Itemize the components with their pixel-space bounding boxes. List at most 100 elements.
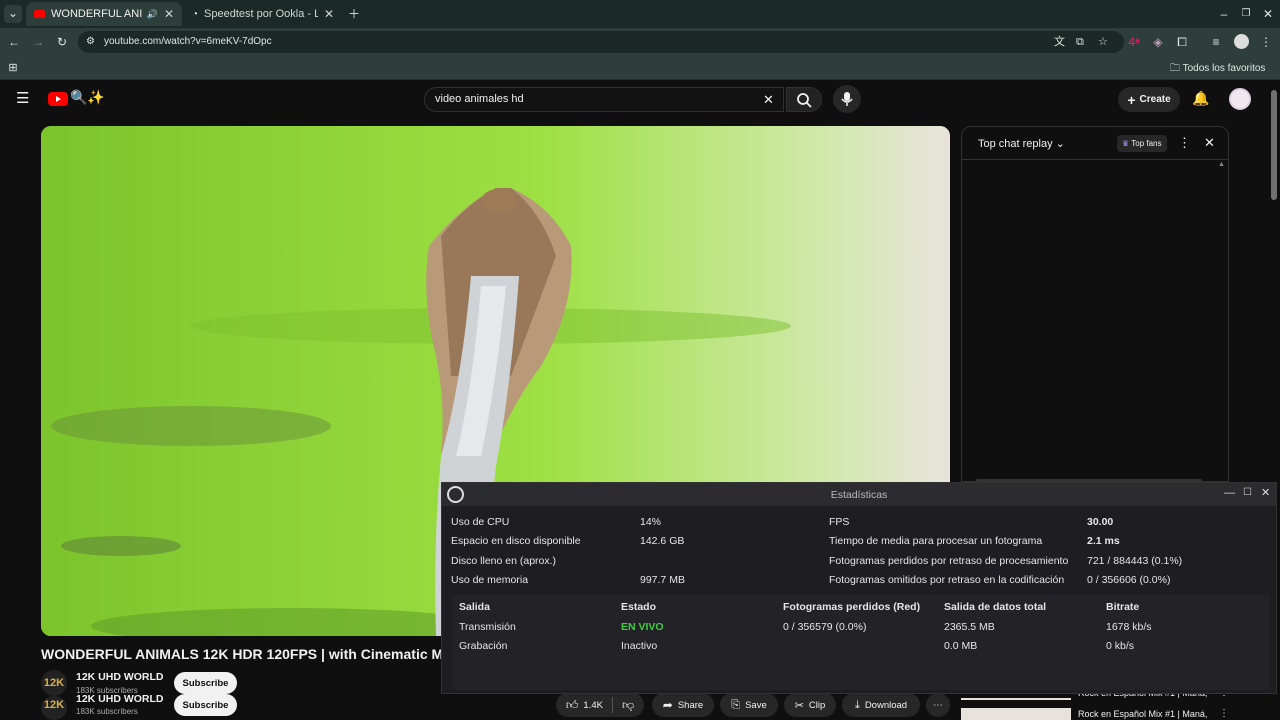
browser-menu-icon[interactable]: ⋮ [1258,34,1274,50]
table-cell: 0 / 356579 (0.0%) [783,621,867,633]
notifications-bell-icon[interactable]: 🔔 [1192,90,1209,107]
profile-avatar[interactable] [1234,34,1249,49]
divider [611,697,613,713]
maximize-icon[interactable]: ☐ [1243,487,1252,498]
table-cell: 1678 kb/s [1106,621,1152,633]
youtube-logo[interactable] [48,92,68,106]
search-input[interactable]: video animales hd ✕ [424,87,784,112]
tab-speedtest[interactable]: ◔ Speedtest por Ookla - La ✕ [184,2,342,26]
outputs-table: Salida Estado Fotogramas perdidos (Red) … [452,595,1270,690]
page-scrollbar[interactable] [1271,90,1277,200]
channel-avatar[interactable]: 12K [41,696,67,720]
forward-icon[interactable]: → [30,34,46,50]
close-window-icon[interactable]: ✕ [1260,6,1276,22]
stat-label: FPS [829,516,850,528]
like-button[interactable]: 👍︎ 1.4K [566,698,603,713]
download-button[interactable]: ⤓ Download [842,693,920,717]
chat-scroll-up-icon[interactable]: ▲ [1218,161,1225,168]
subscribe-button[interactable]: Subscribe [174,694,237,716]
stat-label: Espacio en disco disponible [451,535,581,547]
recommendation-thumbnail[interactable] [961,698,1071,700]
scissors-icon: ✂ [794,699,804,712]
share-button[interactable]: ➦ Share [652,693,714,717]
stat-value: 142.6 GB [640,535,685,547]
table-cell: 0.0 MB [944,640,978,652]
download-label: Download [864,699,908,711]
extension-a-icon[interactable]: 4ᵃ [1126,34,1142,50]
stat-value: 0 / 356606 (0.0%) [1087,574,1171,586]
stat-value: 997.7 MB [640,574,685,586]
table-header: Salida [459,601,490,613]
extensions-icon[interactable]: ⧠ [1174,34,1190,50]
reading-list-icon[interactable]: ≡ [1208,34,1224,50]
doodle-icon[interactable]: 🔍✨ [70,89,105,106]
close-tab-icon[interactable]: ✕ [164,7,174,21]
cast-icon[interactable]: ⧉ [1076,31,1084,53]
speedtest-favicon-icon: ◔ [192,8,199,20]
youtube-header: ☰ 🔍✨ video animales hd ✕ + Create 🔔 [0,81,1280,119]
youtube-favicon-icon [34,10,45,18]
save-button[interactable]: ⎘ Save [720,693,778,717]
thumbs-down-icon[interactable]: 👎︎ [622,698,634,713]
play-icon [56,96,61,102]
stat-label: Tiempo de media para procesar un fotogra… [829,535,1043,547]
stat-value: 721 / 884443 (0.1%) [1087,555,1183,567]
reload-icon[interactable]: ↻ [54,34,70,50]
thumbs-up-icon: 👍︎ [565,697,579,712]
more-actions-button[interactable]: ⋯ [926,693,950,717]
minimize-window-icon[interactable]: – [1216,6,1232,22]
speaker-icon[interactable]: 🔊 [147,9,158,20]
all-bookmarks-label: Todos los favoritos [1182,63,1266,74]
subscribe-button[interactable]: Subscribe [174,672,237,694]
extension-b-icon[interactable]: ◈ [1150,34,1166,50]
create-button[interactable]: + Create [1118,87,1180,112]
address-bar[interactable]: ⚙ youtube.com/watch?v=6meKV-7dOpc 文 ⧉ ☆ [78,31,1124,53]
bookmarks-bar: ⊞ 🗀 Todos los favoritos [0,56,1280,80]
bookmark-star-icon[interactable]: ☆ [1098,31,1108,53]
search-button[interactable] [786,87,822,112]
channel-name[interactable]: 12K UHD WORLD [76,693,164,705]
like-count: 1.4K [583,699,603,711]
browser-toolbar: ← → ↻ ⚙ youtube.com/watch?v=6meKV-7dOpc … [0,28,1280,56]
download-icon: ⤓ [854,698,860,711]
table-cell: Inactivo [621,640,658,652]
back-icon[interactable]: ← [6,34,22,50]
voice-search-button[interactable] [833,85,861,113]
share-icon: ➦ [662,698,673,712]
restore-window-icon[interactable]: ❐ [1238,6,1254,22]
channel-avatar[interactable]: 12K [41,670,67,696]
recommendation-more-icon[interactable]: ⋮ [1219,708,1229,719]
recommendation-thumbnail[interactable] [961,708,1071,720]
stat-label: Disco lleno en (aprox.) [451,555,557,567]
chat-header: Top chat replay ⌄ ♛ Top fans ⋮ ✕ [962,127,1228,160]
top-fans-badge[interactable]: ♛ Top fans [1117,135,1167,152]
chat-mode-dropdown[interactable]: Top chat replay ⌄ [978,137,1065,150]
chevron-down-icon: ⌄ [1055,138,1065,150]
close-tab-icon[interactable]: ✕ [324,7,334,21]
more-horizontal-icon: ⋯ [933,699,943,711]
tab-youtube[interactable]: WONDERFUL ANIMA 🔊 ✕ [26,2,182,26]
subscriber-count: 183K subscribers [76,707,138,716]
close-chat-icon[interactable]: ✕ [1204,135,1215,151]
new-tab-icon[interactable]: ＋ [346,6,362,22]
tab-search-icon[interactable]: ⌄ [4,5,22,23]
minimize-icon[interactable]: — [1224,487,1235,499]
table-header: Estado [621,601,657,613]
all-bookmarks-folder[interactable]: 🗀 Todos los favoritos [1170,61,1265,78]
apps-grid-icon[interactable]: ⊞ [6,60,20,76]
translate-icon[interactable]: 文 [1054,31,1065,53]
close-icon[interactable]: ✕ [1261,486,1270,499]
hamburger-menu-icon[interactable]: ☰ [16,91,32,107]
channel-name[interactable]: 12K UHD WORLD [76,671,164,683]
chat-more-icon[interactable]: ⋮ [1178,135,1191,151]
clip-button[interactable]: ✂ Clip [784,693,836,717]
stat-value: 14% [640,516,662,528]
save-label: Save [745,699,767,711]
account-avatar[interactable] [1229,88,1251,110]
top-fans-label: Top fans [1131,139,1162,148]
stats-title-bar[interactable]: Estadísticas — ☐ ✕ [442,483,1276,506]
site-info-icon[interactable]: ⚙ [86,31,95,53]
clear-search-icon[interactable]: ✕ [763,88,774,111]
recommendation-title[interactable]: Rock en Español Mix #1 | Maná, [1078,709,1207,719]
live-chat-panel: Top chat replay ⌄ ♛ Top fans ⋮ ✕ ▲ [961,126,1229,482]
